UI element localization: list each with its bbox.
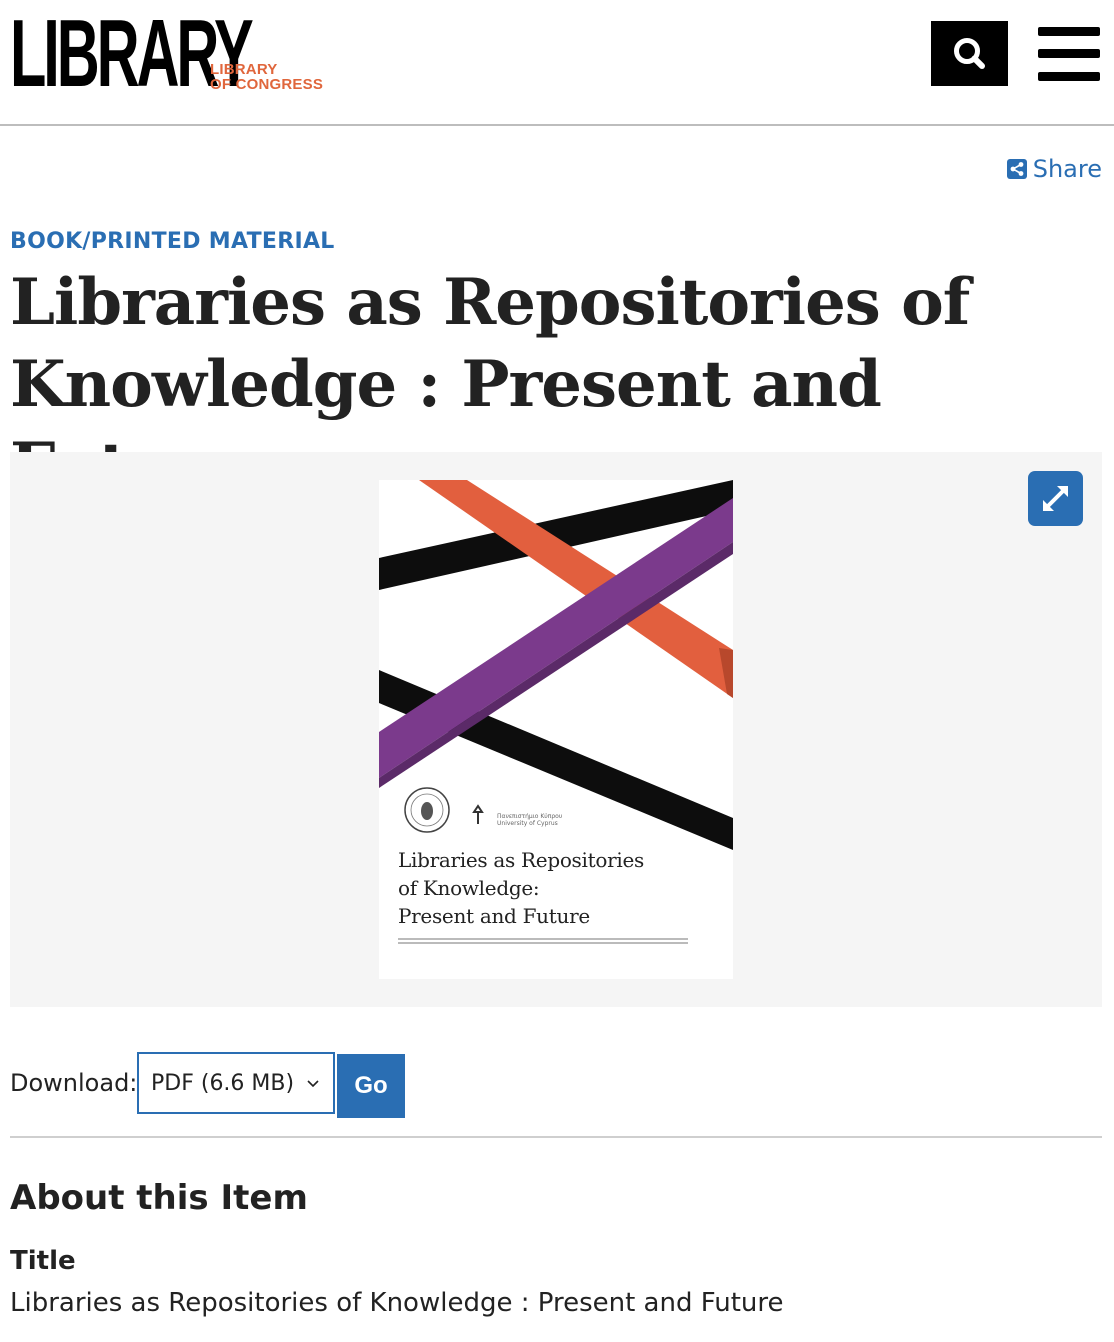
- about-heading: About this Item: [10, 1178, 308, 1218]
- field-label-title: Title: [10, 1246, 76, 1276]
- share-link[interactable]: Share: [1006, 152, 1102, 186]
- book-cover-image[interactable]: Πανεπιστήμιο Κύπρου University of Cyprus…: [379, 480, 733, 979]
- chevron-down-icon: [307, 1080, 319, 1088]
- share-label: Share: [1032, 155, 1102, 183]
- fullscreen-button[interactable]: [1028, 471, 1083, 526]
- search-icon: [954, 38, 985, 69]
- search-button[interactable]: [931, 21, 1008, 86]
- image-viewer: Πανεπιστήμιο Κύπρου University of Cyprus…: [10, 452, 1102, 1007]
- library-of-congress-logo-text[interactable]: LIBRARY OF CONGRESS: [210, 62, 323, 92]
- field-value-title: Libraries as Repositories of Knowledge :…: [10, 1288, 784, 1318]
- menu-button[interactable]: [1038, 27, 1100, 81]
- item-format-category[interactable]: BOOK/PRINTED MATERIAL: [10, 229, 335, 254]
- cover-fine-print: [398, 936, 698, 946]
- cover-university-name: Πανεπιστήμιο Κύπρου University of Cyprus: [497, 813, 563, 827]
- cover-title: Libraries as Repositories of Knowledge: …: [398, 848, 644, 928]
- divider: [10, 1136, 1102, 1138]
- expand-icon: [1043, 486, 1068, 511]
- download-format-select[interactable]: PDF (6.6 MB): [137, 1052, 335, 1114]
- download-selected-option: PDF (6.6 MB): [151, 1071, 295, 1096]
- download-go-button[interactable]: Go: [337, 1054, 405, 1118]
- share-icon: [1006, 159, 1027, 179]
- site-header: LIBRARY LIBRARY OF CONGRESS: [0, 0, 1114, 126]
- hamburger-menu-icon: [1038, 27, 1100, 36]
- download-label: Download:: [10, 1069, 138, 1097]
